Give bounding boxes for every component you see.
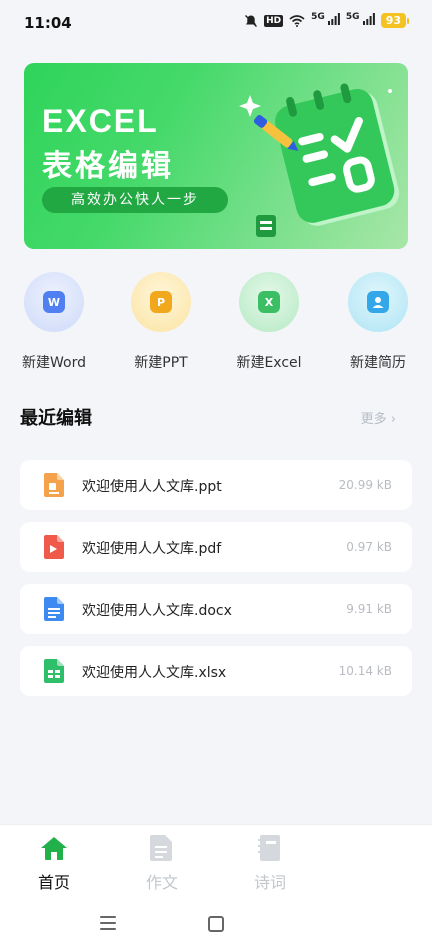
excel-file-icon (44, 659, 64, 683)
quick-actions: W 新建Word P 新建PPT X 新建Excel 新建简历 (0, 272, 432, 382)
signal-icon-2: 5G (346, 12, 375, 28)
home-icon (41, 837, 67, 860)
book-icon (258, 835, 280, 861)
file-item[interactable]: 欢迎使用人人文库.ppt 20.99 kB (20, 460, 412, 510)
recent-file-list: 欢迎使用人人文库.ppt 20.99 kB 欢迎使用人人文库.pdf 0.97 … (20, 460, 412, 708)
tab-home[interactable]: 首页 (24, 835, 84, 893)
new-excel-button[interactable]: X 新建Excel (227, 272, 311, 372)
banner-title: EXCEL (42, 103, 159, 139)
new-word-button[interactable]: W 新建Word (12, 272, 96, 372)
word-file-icon (44, 597, 64, 621)
file-item[interactable]: 欢迎使用人人文库.xlsx 10.14 kB (20, 646, 412, 696)
recent-section-title: 最近编辑 (20, 408, 92, 429)
promo-banner[interactable]: EXCEL 表格编辑 高效办公快人一步 (24, 63, 408, 249)
tab-poetry-label: 诗词 (253, 873, 286, 892)
new-excel-icon-bg: X (239, 272, 299, 332)
ppt-icon: P (150, 291, 172, 313)
file-size: 10.14 kB (338, 664, 392, 678)
system-navigation-bar (0, 894, 432, 950)
new-resume-icon-bg (348, 272, 408, 332)
battery-indicator: 93 (380, 13, 410, 28)
word-icon: W (43, 291, 65, 313)
file-name: 欢迎使用人人文库.xlsx (82, 665, 227, 681)
hd-icon: HD (264, 14, 284, 27)
file-size: 0.97 kB (346, 540, 392, 554)
new-resume-label: 新建简历 (350, 355, 406, 371)
status-icons: HD 5G 5G 93 (244, 12, 410, 28)
bottom-navigation: 首页 作文 诗词 (0, 824, 432, 895)
status-bar: 11:04 HD 5G 5G 93 (0, 0, 432, 46)
file-name: 欢迎使用人人文库.ppt (82, 479, 222, 495)
tab-essay-label: 作文 (145, 873, 178, 892)
more-link[interactable]: 更多 › (361, 408, 396, 427)
document-icon (150, 835, 172, 861)
banner-subtitle: 表格编辑 (42, 149, 174, 184)
new-ppt-label: 新建PPT (134, 355, 188, 371)
file-item[interactable]: 欢迎使用人人文库.pdf 0.97 kB (20, 522, 412, 572)
new-ppt-button[interactable]: P 新建PPT (119, 272, 203, 372)
new-word-icon-bg: W (24, 272, 84, 332)
tab-poetry[interactable]: 诗词 (240, 835, 300, 893)
status-time: 11:04 (24, 14, 72, 32)
new-ppt-icon-bg: P (131, 272, 191, 332)
file-size: 9.91 kB (346, 602, 392, 616)
banner-slogan: 高效办公快人一步 (42, 187, 228, 213)
file-item[interactable]: 欢迎使用人人文库.docx 9.91 kB (20, 584, 412, 634)
file-name: 欢迎使用人人文库.pdf (82, 541, 222, 557)
excel-icon: X (258, 291, 280, 313)
tab-home-label: 首页 (37, 873, 70, 892)
resume-icon (367, 291, 389, 313)
wifi-icon (289, 14, 305, 27)
menu-icon[interactable] (100, 916, 116, 934)
file-name: 欢迎使用人人文库.docx (82, 603, 232, 619)
banner-illustration (239, 83, 400, 237)
ppt-file-icon (44, 473, 64, 497)
file-size: 20.99 kB (338, 478, 392, 492)
signal-icon: 5G (311, 12, 340, 28)
new-resume-button[interactable]: 新建简历 (336, 272, 420, 372)
home-button-icon[interactable] (208, 916, 224, 932)
bell-muted-icon (245, 14, 258, 27)
tab-essay[interactable]: 作文 (132, 835, 192, 893)
new-word-label: 新建Word (22, 355, 86, 371)
new-excel-label: 新建Excel (236, 355, 302, 371)
pdf-file-icon (44, 535, 64, 559)
